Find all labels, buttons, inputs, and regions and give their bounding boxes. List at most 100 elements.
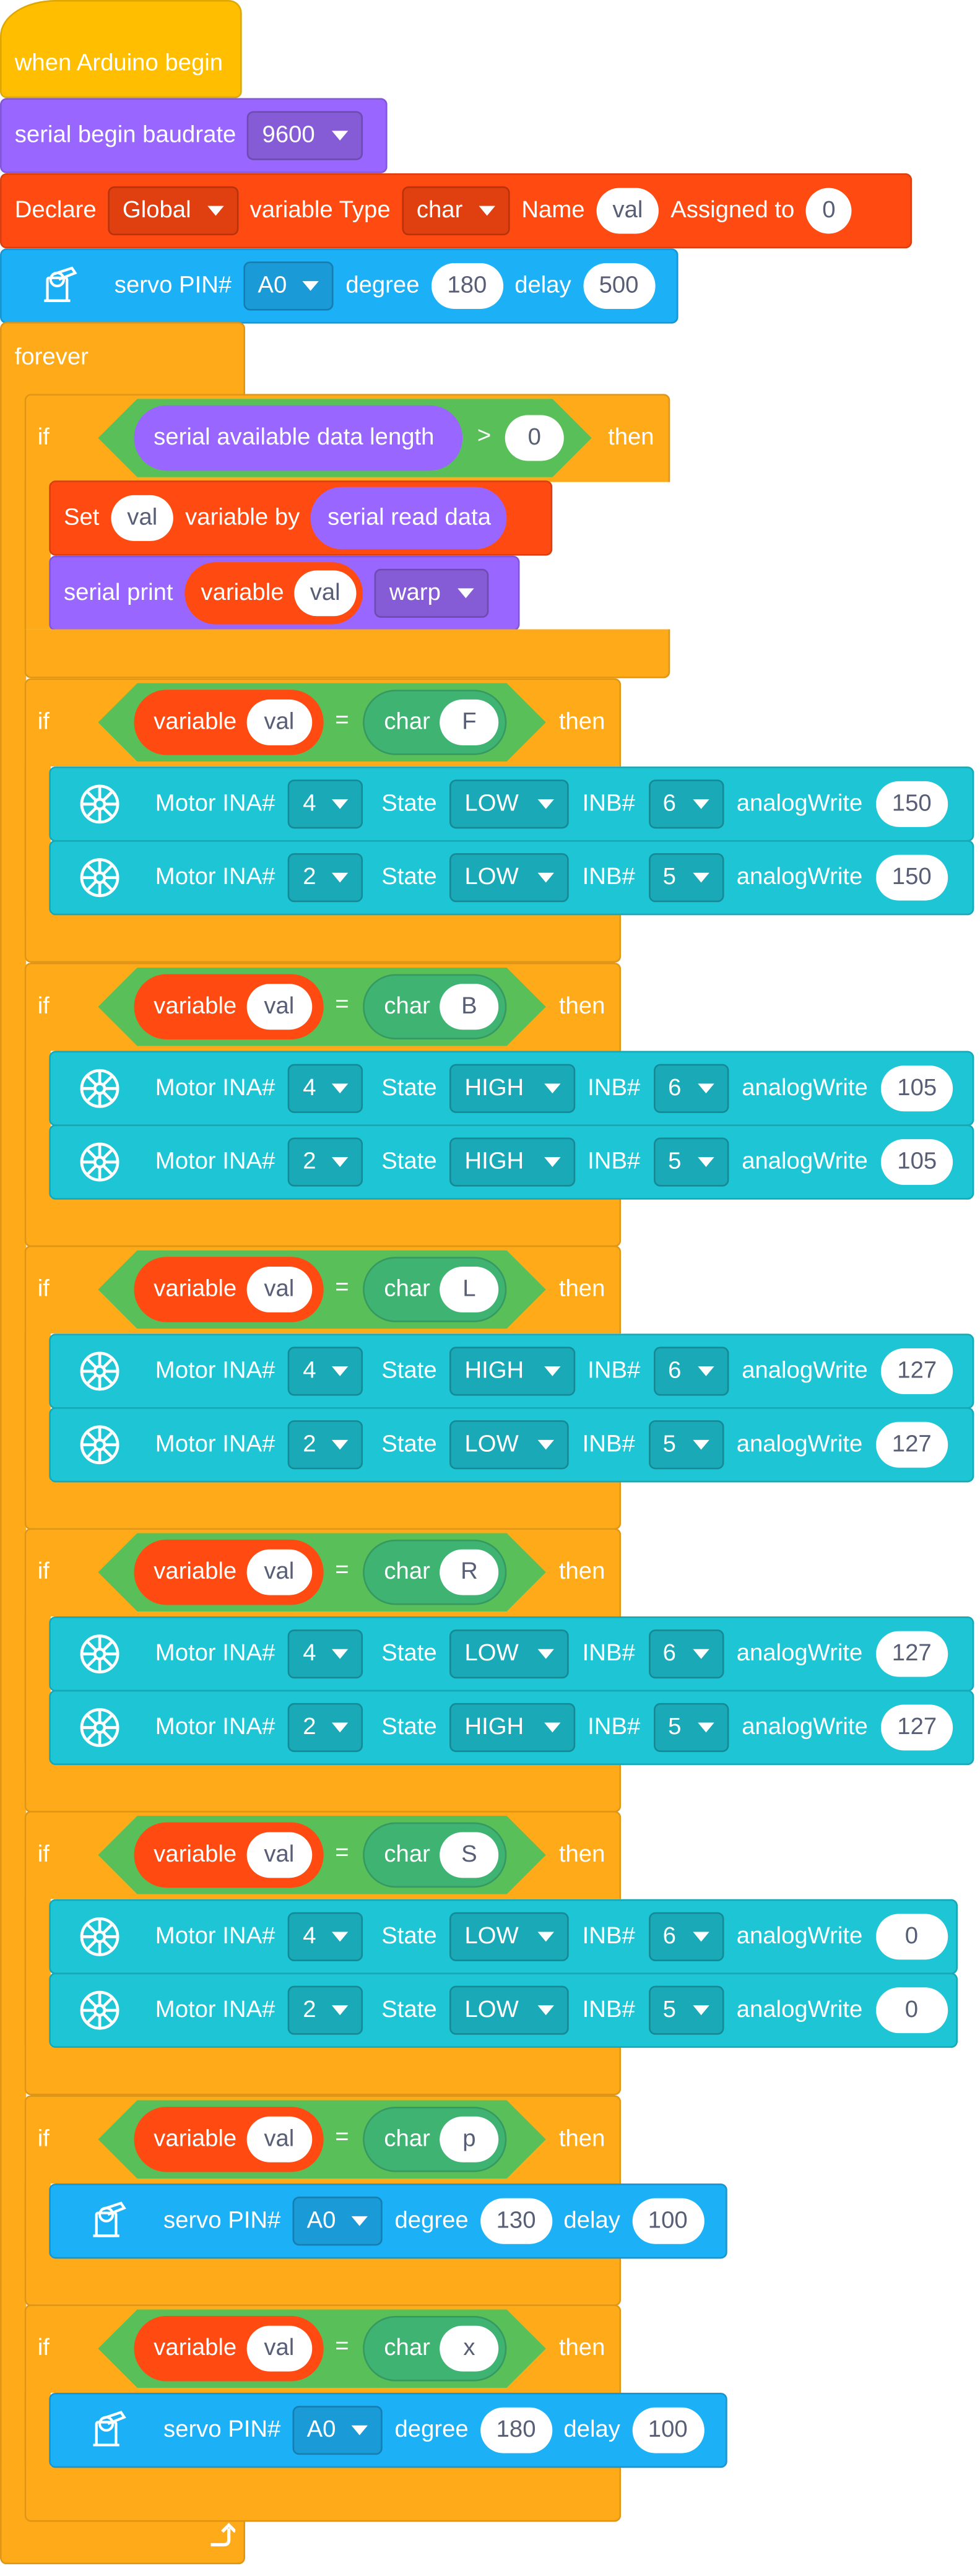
variable-reporter[interactable]: variable val <box>184 562 363 625</box>
degree-field[interactable]: 180 <box>480 2407 552 2453</box>
char-reporter[interactable]: char p <box>363 2106 507 2172</box>
char-value-field[interactable]: x <box>440 2325 499 2372</box>
inb-dropdown[interactable]: 5 <box>648 853 724 903</box>
variable-name-field[interactable]: val <box>293 570 357 617</box>
ina-dropdown[interactable]: 4 <box>288 1347 364 1396</box>
degree-field[interactable]: 130 <box>480 2198 552 2244</box>
ina-dropdown[interactable]: 4 <box>288 779 364 829</box>
variable-reporter[interactable]: variable val <box>134 2315 324 2382</box>
analogwrite-field[interactable]: 127 <box>880 1348 953 1394</box>
servo-block[interactable]: servo PIN# A0 degree 180 delay 100 <box>49 2392 727 2468</box>
char-reporter[interactable]: char S <box>363 1822 507 1888</box>
inb-dropdown[interactable]: 5 <box>653 1137 729 1187</box>
char-value-field[interactable]: L <box>440 1267 499 1312</box>
state-dropdown[interactable]: LOW <box>449 779 570 829</box>
ina-dropdown[interactable]: 4 <box>288 1912 364 1962</box>
motor-block[interactable]: Motor INA# 4 State HIGH INB# 6 analogWri… <box>49 1051 974 1126</box>
variable-reporter[interactable]: variable val <box>134 974 324 1040</box>
variable-name-field[interactable]: val <box>246 2116 312 2162</box>
analogwrite-field[interactable]: 0 <box>875 1914 948 1960</box>
state-dropdown[interactable]: LOW <box>449 1985 570 2035</box>
when-arduino-begin-hat[interactable]: when Arduino begin <box>0 0 242 98</box>
variable-reporter[interactable]: variable val <box>134 1257 324 1322</box>
char-reporter[interactable]: char x <box>363 2315 507 2382</box>
servo-pin-dropdown[interactable]: A0 <box>292 2406 384 2455</box>
motor-block[interactable]: Motor INA# 2 State HIGH INB# 5 analogWri… <box>49 1689 974 1766</box>
inb-dropdown[interactable]: 5 <box>648 1985 724 2035</box>
set-variable-block[interactable]: Set val variable by serial read data <box>49 480 553 556</box>
motor-block[interactable]: Motor INA# 2 State HIGH INB# 5 analogWri… <box>49 1124 974 1200</box>
baudrate-dropdown[interactable]: 9600 <box>247 111 363 160</box>
servo-block[interactable]: servo PIN# A0 degree 130 delay 100 <box>49 2184 727 2259</box>
inb-dropdown[interactable]: 6 <box>653 1347 729 1396</box>
analogwrite-field[interactable]: 127 <box>875 1421 948 1468</box>
state-dropdown[interactable]: HIGH <box>449 1137 575 1187</box>
variable-reporter[interactable]: variable val <box>134 1539 324 1605</box>
variable-name-field[interactable]: val <box>246 1832 312 1878</box>
state-dropdown[interactable]: LOW <box>449 853 570 903</box>
ina-dropdown[interactable]: 2 <box>288 1985 364 2035</box>
declare-variable-block[interactable]: Declare Global variable Type char Name v… <box>0 173 913 249</box>
analogwrite-field[interactable]: 0 <box>875 1987 948 2034</box>
serial-read-reporter[interactable]: serial read data <box>311 487 508 550</box>
variable-reporter[interactable]: variable val <box>134 2106 324 2172</box>
servo-pin-dropdown[interactable]: A0 <box>243 261 334 311</box>
char-value-field[interactable]: F <box>440 699 499 745</box>
state-dropdown[interactable]: HIGH <box>449 1702 575 1753</box>
serial-available-reporter[interactable]: serial available data length <box>134 405 463 471</box>
char-value-field[interactable]: R <box>440 1549 499 1595</box>
compare-value-field[interactable]: 0 <box>505 415 564 461</box>
motor-block[interactable]: Motor INA# 4 State LOW INB# 6 analogWrit… <box>49 1899 958 1975</box>
variable-reporter[interactable]: variable val <box>134 690 324 755</box>
ina-dropdown[interactable]: 2 <box>288 853 364 903</box>
print-mode-dropdown[interactable]: warp <box>375 568 488 618</box>
analogwrite-field[interactable]: 127 <box>880 1704 953 1751</box>
char-value-field[interactable]: B <box>440 984 499 1030</box>
variable-name-field[interactable]: val <box>246 984 312 1030</box>
analogwrite-field[interactable]: 150 <box>875 854 948 901</box>
variable-name-field[interactable]: val <box>246 1549 312 1595</box>
ina-dropdown[interactable]: 2 <box>288 1137 364 1187</box>
serial-begin-block[interactable]: serial begin baudrate 9600 <box>0 98 388 173</box>
char-reporter[interactable]: char F <box>363 690 507 755</box>
delay-field[interactable]: 100 <box>631 2407 705 2453</box>
ina-dropdown[interactable]: 4 <box>288 1064 364 1113</box>
ina-dropdown[interactable]: 2 <box>288 1702 364 1753</box>
degree-field[interactable]: 180 <box>431 263 503 309</box>
inb-dropdown[interactable]: 5 <box>648 1420 724 1470</box>
forever-block[interactable]: forever <box>0 322 246 397</box>
inb-dropdown[interactable]: 6 <box>648 1629 724 1679</box>
motor-block[interactable]: Motor INA# 2 State LOW INB# 5 analogWrit… <box>49 839 974 916</box>
inb-dropdown[interactable]: 6 <box>648 779 724 829</box>
state-dropdown[interactable]: LOW <box>449 1629 570 1679</box>
motor-block[interactable]: Motor INA# 2 State LOW INB# 5 analogWrit… <box>49 1407 974 1483</box>
char-reporter[interactable]: char L <box>363 1257 507 1322</box>
delay-field[interactable]: 100 <box>631 2198 705 2244</box>
servo-pin-dropdown[interactable]: A0 <box>292 2197 384 2246</box>
variable-name-field[interactable]: val <box>246 699 312 745</box>
variable-reporter[interactable]: variable val <box>134 1822 324 1888</box>
state-dropdown[interactable]: LOW <box>449 1912 570 1962</box>
char-value-field[interactable]: p <box>440 2116 499 2162</box>
motor-block[interactable]: Motor INA# 2 State LOW INB# 5 analogWrit… <box>49 1972 958 2048</box>
ina-dropdown[interactable]: 4 <box>288 1629 364 1679</box>
motor-block[interactable]: Motor INA# 4 State HIGH INB# 6 analogWri… <box>49 1334 974 1409</box>
inb-dropdown[interactable]: 6 <box>653 1064 729 1113</box>
motor-block[interactable]: Motor INA# 4 State LOW INB# 6 analogWrit… <box>49 766 974 842</box>
variable-name-field[interactable]: val <box>596 188 659 234</box>
delay-field[interactable]: 500 <box>583 263 655 309</box>
analogwrite-field[interactable]: 127 <box>875 1631 948 1677</box>
initial-value-field[interactable]: 0 <box>805 188 852 234</box>
motor-block[interactable]: Motor INA# 4 State LOW INB# 6 analogWrit… <box>49 1616 974 1692</box>
char-value-field[interactable]: S <box>440 1832 499 1878</box>
char-reporter[interactable]: char R <box>363 1539 507 1605</box>
analogwrite-field[interactable]: 150 <box>875 781 948 827</box>
state-dropdown[interactable]: LOW <box>449 1420 570 1470</box>
servo-init-block[interactable]: servo PIN# A0 degree 180 delay 500 <box>0 248 679 324</box>
state-dropdown[interactable]: HIGH <box>449 1064 575 1113</box>
set-var-field[interactable]: val <box>110 495 174 541</box>
variable-name-field[interactable]: val <box>246 1267 312 1312</box>
scope-dropdown[interactable]: Global <box>108 186 239 236</box>
inb-dropdown[interactable]: 5 <box>653 1702 729 1753</box>
inb-dropdown[interactable]: 6 <box>648 1912 724 1962</box>
